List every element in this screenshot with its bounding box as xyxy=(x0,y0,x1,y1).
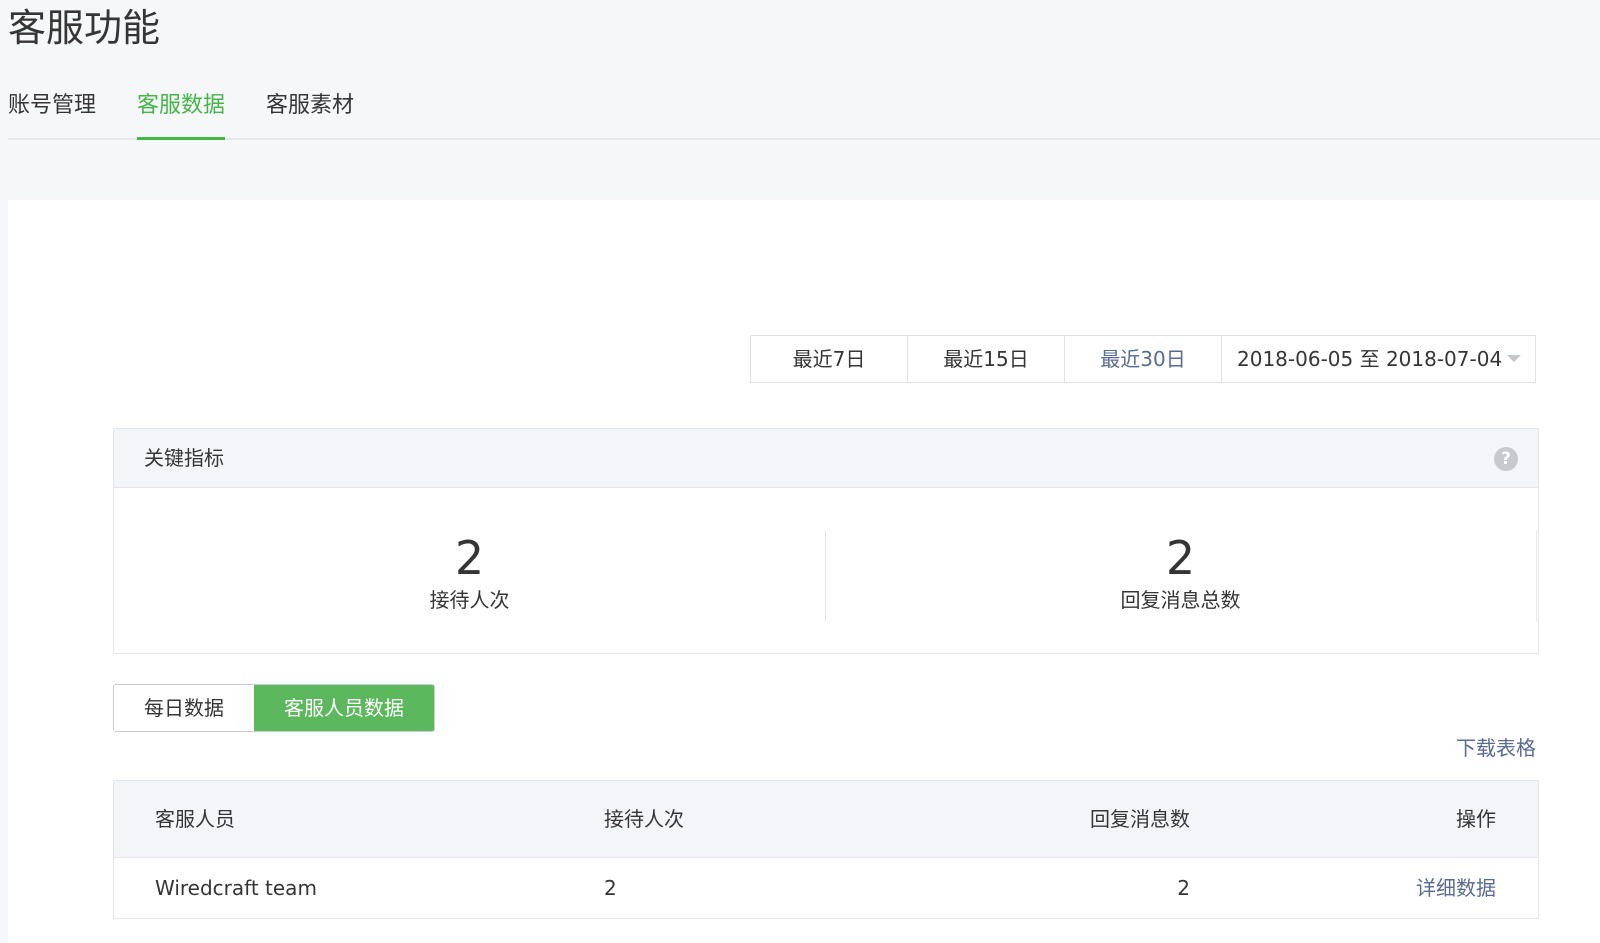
header-agent: 客服人员 xyxy=(155,807,235,831)
view-switch: 每日数据 客服人员数据 xyxy=(113,684,435,732)
cell-agent: Wiredcraft team xyxy=(155,876,317,900)
metric-divider xyxy=(1536,531,1537,621)
range-7-days-button[interactable]: 最近7日 xyxy=(751,336,908,382)
daily-data-button[interactable]: 每日数据 xyxy=(114,685,254,731)
key-metrics-card: 关键指标 ? 2 接待人次 2 回复消息总数 xyxy=(113,428,1539,654)
key-metrics-header: 关键指标 ? xyxy=(114,429,1538,488)
cell-replies: 2 xyxy=(1177,876,1190,900)
header-sessions: 接待人次 xyxy=(604,807,684,831)
range-30-days-button[interactable]: 最近30日 xyxy=(1065,336,1222,382)
metric-sessions-value: 2 xyxy=(454,531,485,585)
agent-data-table: 客服人员 接待人次 回复消息数 操作 Wiredcraft team 2 2 详… xyxy=(113,780,1539,919)
table-row: Wiredcraft team 2 2 详细数据 xyxy=(114,858,1538,918)
detail-data-link[interactable]: 详细数据 xyxy=(1416,858,1496,918)
metric-replies-value: 2 xyxy=(1165,531,1196,585)
metric-replies-label: 回复消息总数 xyxy=(1120,588,1241,612)
page-title: 客服功能 xyxy=(8,6,161,50)
key-metrics-title: 关键指标 xyxy=(144,446,224,470)
cell-sessions: 2 xyxy=(604,876,617,900)
tab-service-materials[interactable]: 客服素材 xyxy=(266,86,354,138)
tab-service-data[interactable]: 客服数据 xyxy=(137,86,226,140)
date-range-picker[interactable]: 2018-06-05 至 2018-07-04 xyxy=(1222,336,1535,382)
help-icon[interactable]: ? xyxy=(1494,447,1518,471)
metric-sessions-label: 接待人次 xyxy=(429,588,510,612)
metric-sessions: 2 接待人次 xyxy=(114,531,825,621)
agent-data-button[interactable]: 客服人员数据 xyxy=(254,685,434,731)
metric-replies: 2 回复消息总数 xyxy=(825,531,1536,621)
table-header: 客服人员 接待人次 回复消息数 操作 xyxy=(114,781,1538,858)
date-range-text: 2018-06-05 至 2018-07-04 xyxy=(1237,347,1503,371)
chevron-down-icon xyxy=(1507,355,1521,362)
range-15-days-button[interactable]: 最近15日 xyxy=(908,336,1065,382)
tab-account-management[interactable]: 账号管理 xyxy=(8,86,96,138)
header-replies: 回复消息数 xyxy=(1090,807,1190,831)
date-range-filter: 最近7日 最近15日 最近30日 2018-06-05 至 2018-07-04 xyxy=(750,335,1536,383)
tab-bar: 账号管理 客服数据 客服素材 xyxy=(8,86,1600,140)
header-actions: 操作 xyxy=(1456,807,1496,831)
download-table-link[interactable]: 下载表格 xyxy=(1456,733,1536,763)
